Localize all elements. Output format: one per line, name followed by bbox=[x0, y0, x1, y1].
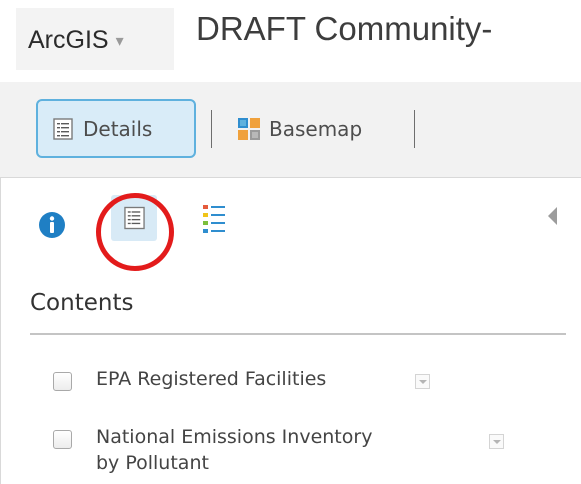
map-title: DRAFT Community- bbox=[196, 10, 493, 47]
collapse-arrow-icon[interactable] bbox=[545, 204, 559, 228]
details-panel: Contents EPA Registered Facilities Natio… bbox=[0, 178, 581, 484]
layer-item: National Emissions Inventory by Pollutan… bbox=[53, 424, 372, 476]
app-switcher-button[interactable]: ArcGIS ▾ bbox=[16, 8, 174, 70]
layer-title[interactable]: EPA Registered Facilities bbox=[96, 366, 326, 392]
layer-visibility-checkbox[interactable] bbox=[53, 372, 72, 391]
layer-title-line-2: by Pollutant bbox=[96, 452, 209, 474]
basemap-button-label: Basemap bbox=[269, 116, 363, 141]
chevron-down-icon: ▾ bbox=[115, 31, 124, 50]
legend-icon[interactable] bbox=[201, 203, 227, 235]
basemap-grid-icon bbox=[238, 117, 260, 140]
layer-title[interactable]: National Emissions Inventory by Pollutan… bbox=[96, 424, 372, 476]
layer-item: EPA Registered Facilities bbox=[53, 366, 326, 392]
details-button[interactable]: Details bbox=[36, 99, 196, 158]
highlight-ring bbox=[96, 193, 174, 271]
layer-title-line-1: National Emissions Inventory bbox=[96, 426, 373, 448]
layer-options-dropdown[interactable] bbox=[489, 434, 504, 449]
toolbar-divider bbox=[414, 110, 415, 148]
toolbar: Details Basemap bbox=[0, 82, 581, 178]
divider bbox=[30, 333, 566, 335]
map-viewer: ArcGIS ▾ DRAFT Community- Details Basema… bbox=[0, 0, 581, 484]
basemap-button[interactable]: Basemap bbox=[232, 99, 402, 158]
layer-options-dropdown[interactable] bbox=[415, 374, 430, 389]
info-icon[interactable] bbox=[37, 210, 67, 240]
app-name: ArcGIS bbox=[28, 26, 109, 54]
header-bar: ArcGIS ▾ DRAFT Community- bbox=[0, 0, 581, 82]
layer-visibility-checkbox[interactable] bbox=[53, 430, 72, 449]
toolbar-divider bbox=[211, 110, 212, 148]
details-button-label: Details bbox=[83, 116, 153, 141]
contents-heading: Contents bbox=[30, 290, 134, 316]
details-list-icon bbox=[53, 117, 73, 140]
